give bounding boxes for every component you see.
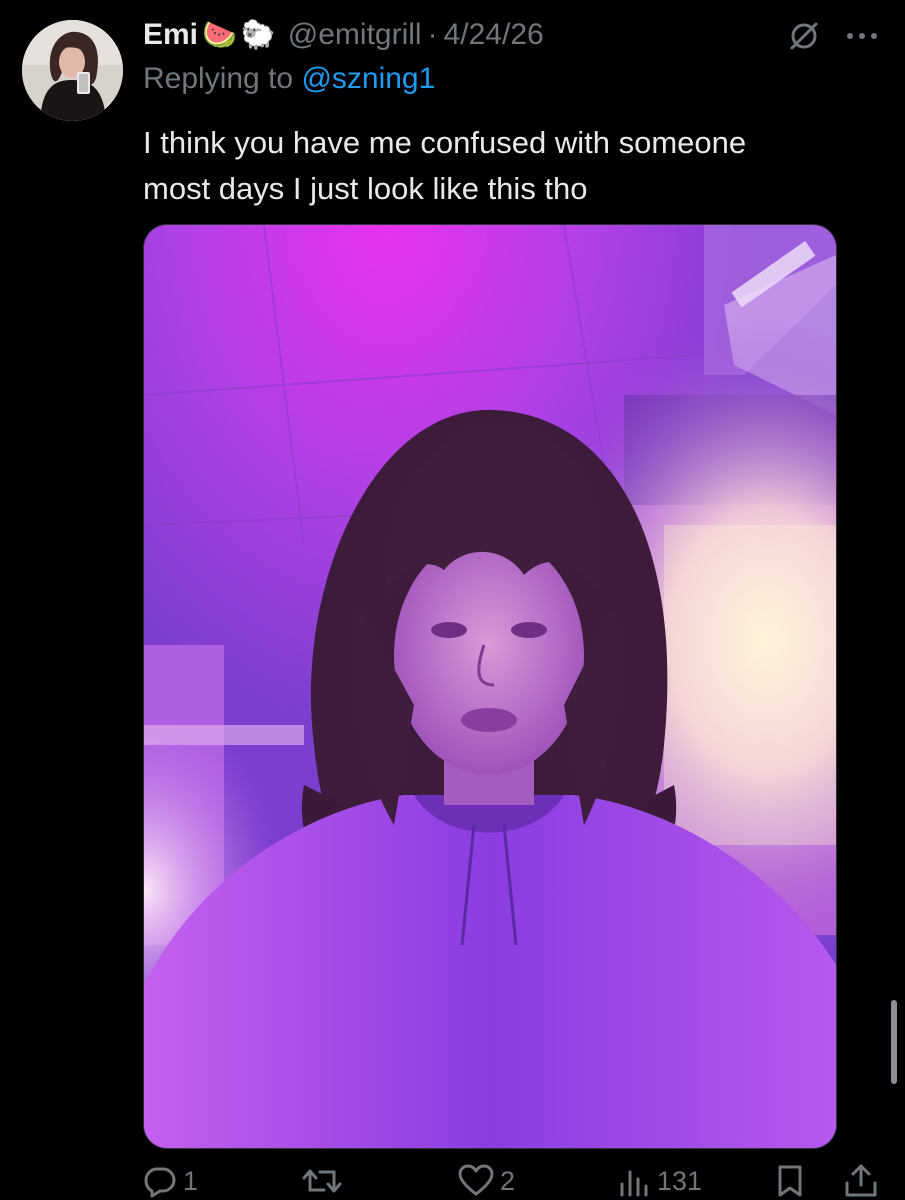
reply-icon bbox=[143, 1164, 177, 1198]
display-name[interactable]: Emi bbox=[143, 18, 198, 52]
tweet-actions: 1 2 131 bbox=[0, 1162, 905, 1200]
reply-count: 1 bbox=[183, 1165, 199, 1196]
views-count: 131 bbox=[657, 1165, 703, 1196]
tweet-date[interactable]: 4/24/26 bbox=[444, 18, 544, 52]
scrollbar[interactable] bbox=[891, 1000, 897, 1084]
watermelon-emoji: 🍉 bbox=[202, 19, 237, 50]
like-count: 2 bbox=[500, 1165, 516, 1196]
tweet-text: I think you have me confused with someon… bbox=[143, 120, 863, 212]
like-button[interactable]: 2 bbox=[458, 1162, 515, 1200]
views-button[interactable]: 131 bbox=[617, 1162, 702, 1200]
share-button[interactable] bbox=[843, 1162, 879, 1200]
bookmark-icon bbox=[775, 1164, 805, 1198]
reply-button[interactable]: 1 bbox=[143, 1162, 198, 1200]
heart-icon bbox=[458, 1164, 494, 1198]
share-icon bbox=[843, 1163, 879, 1199]
tweet-photo[interactable] bbox=[143, 224, 837, 1149]
tweet-text-line: I think you have me confused with someon… bbox=[143, 125, 747, 160]
sheep-emoji: 🐑 bbox=[240, 19, 276, 50]
tweet-header: Emi 🍉 🐑 @emitgrill · 4/24/26 bbox=[143, 14, 544, 56]
replying-prefix: Replying to bbox=[143, 62, 294, 95]
hidden-reply-icon[interactable] bbox=[787, 19, 821, 53]
repost-icon bbox=[302, 1164, 342, 1198]
separator-dot: · bbox=[427, 18, 438, 51]
tweet-text-line: most days I just look like this tho bbox=[143, 171, 588, 206]
replying-to-link[interactable]: @szning1 bbox=[301, 62, 435, 95]
bookmark-button[interactable] bbox=[775, 1162, 805, 1200]
repost-button[interactable] bbox=[302, 1162, 348, 1200]
more-icon[interactable] bbox=[843, 22, 881, 50]
views-icon bbox=[617, 1164, 651, 1198]
replying-to: Replying to @szning1 bbox=[143, 62, 435, 96]
avatar[interactable] bbox=[22, 20, 123, 121]
user-handle[interactable]: @emitgrill bbox=[288, 18, 422, 52]
